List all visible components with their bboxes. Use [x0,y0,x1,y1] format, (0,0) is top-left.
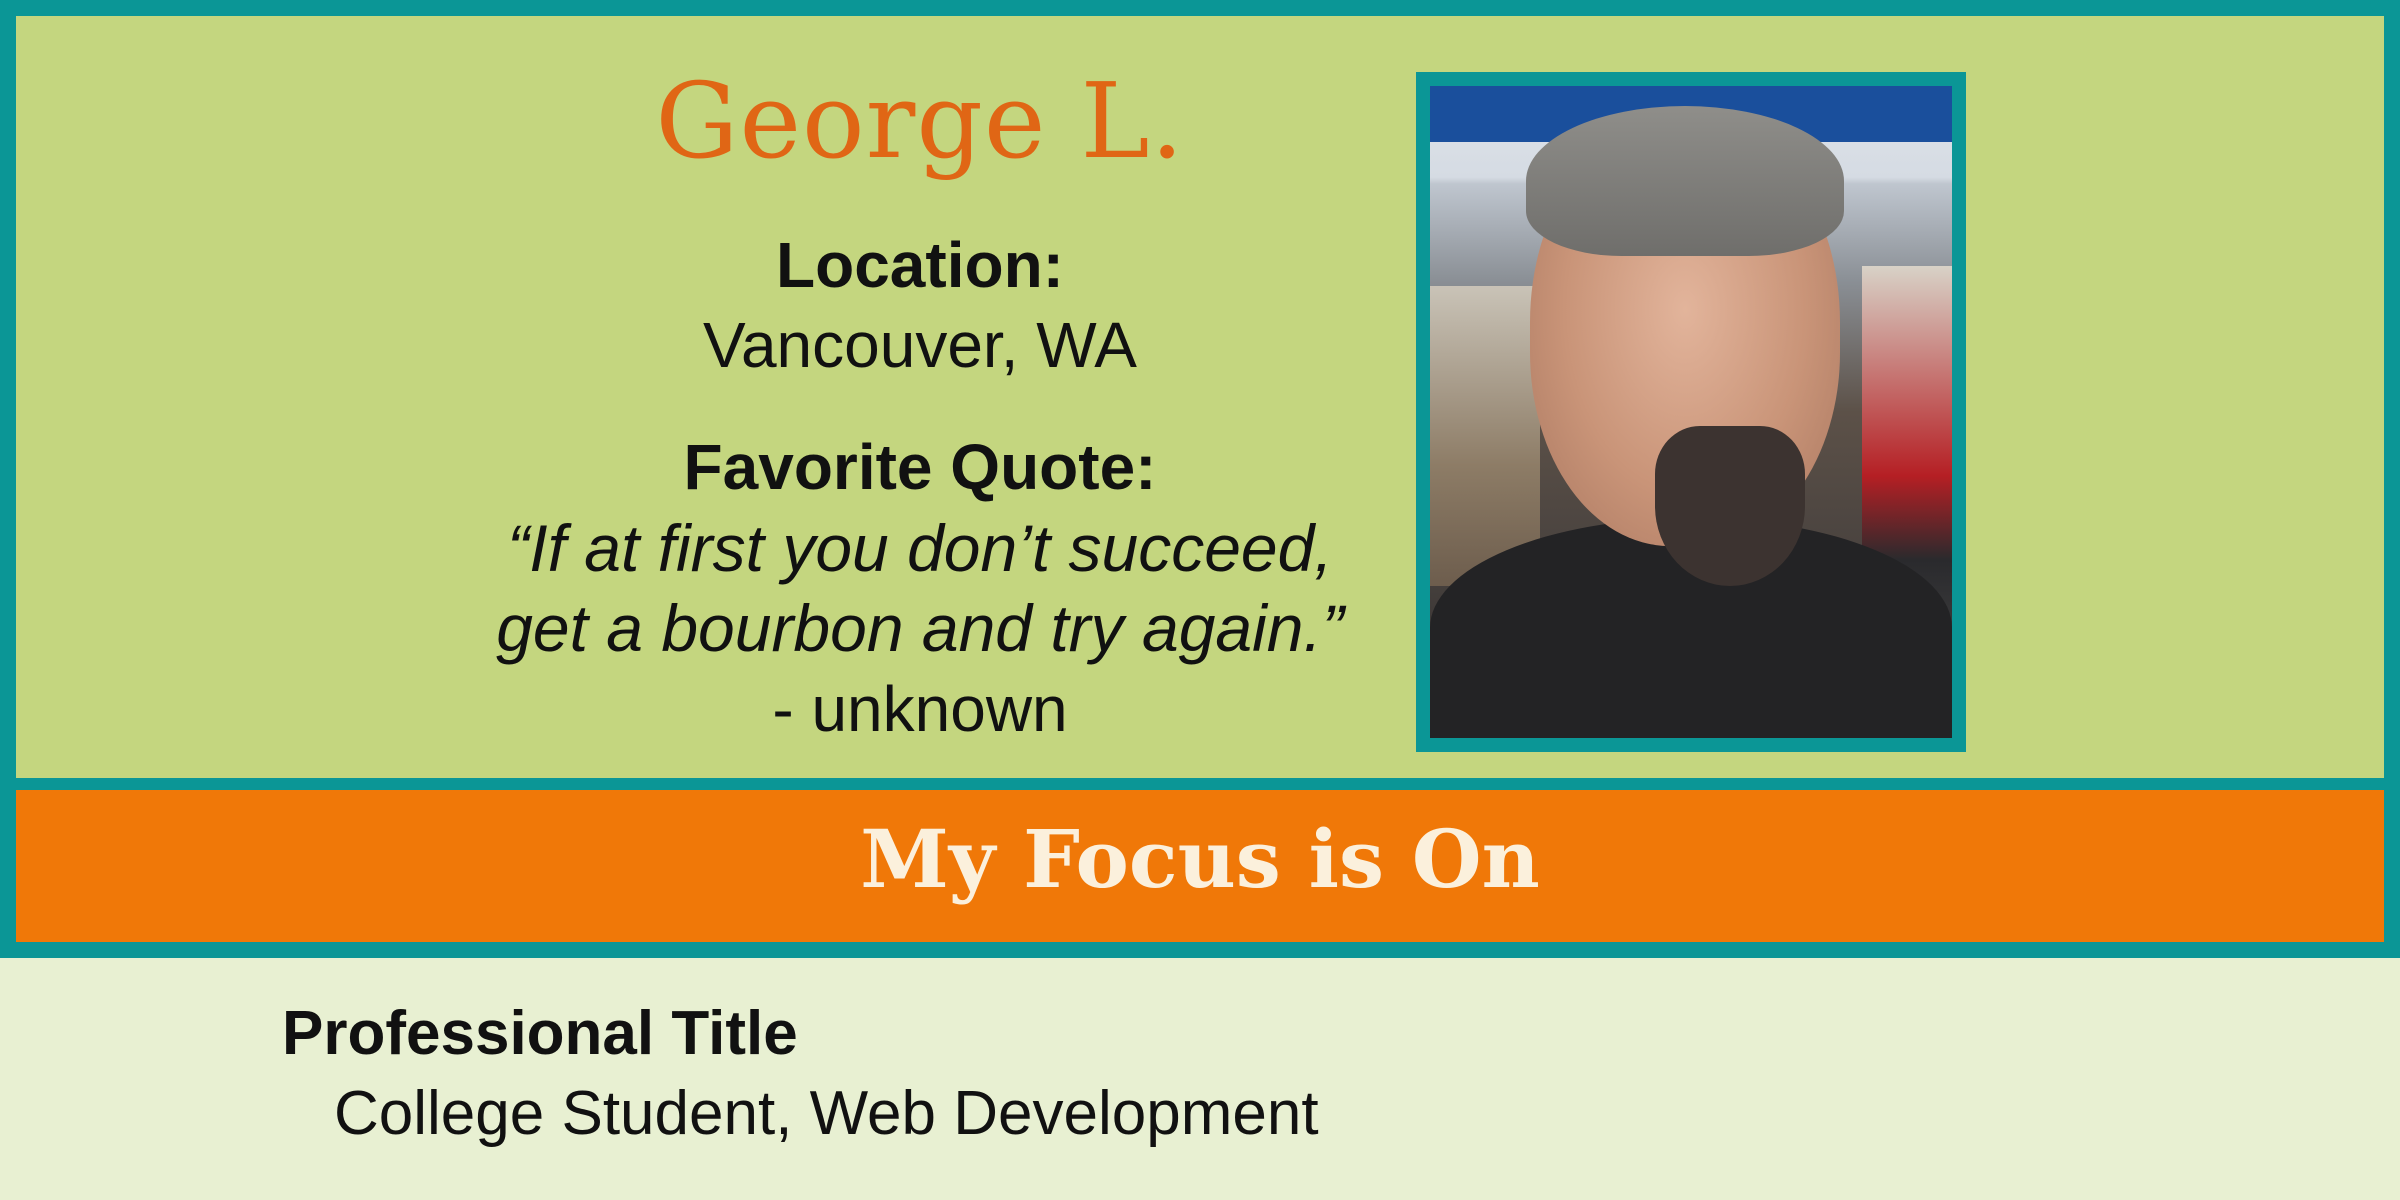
profile-photo-frame [1416,72,1966,752]
quote-author: - unknown [772,673,1068,745]
profile-name: George L. [655,60,1185,182]
focus-heading: My Focus is On [860,812,1540,906]
quote-line-1: “If at first you don’t succeed, [507,511,1333,585]
location-value: Vancouver, WA [703,309,1137,381]
focus-band: My Focus is On [0,790,2400,958]
quote-line-2: get a bourbon and try again.” [496,591,1344,665]
profile-photo [1430,86,1952,738]
photo-shelf-left [1430,286,1540,586]
photo-hair [1526,106,1844,256]
photo-beard [1655,426,1805,586]
favorite-quote-label: Favorite Quote: [683,431,1157,503]
location-label: Location: [776,229,1064,301]
professional-title-label: Professional Title [282,999,798,1068]
professional-title-value: College Student, Web Development [334,1079,1319,1148]
